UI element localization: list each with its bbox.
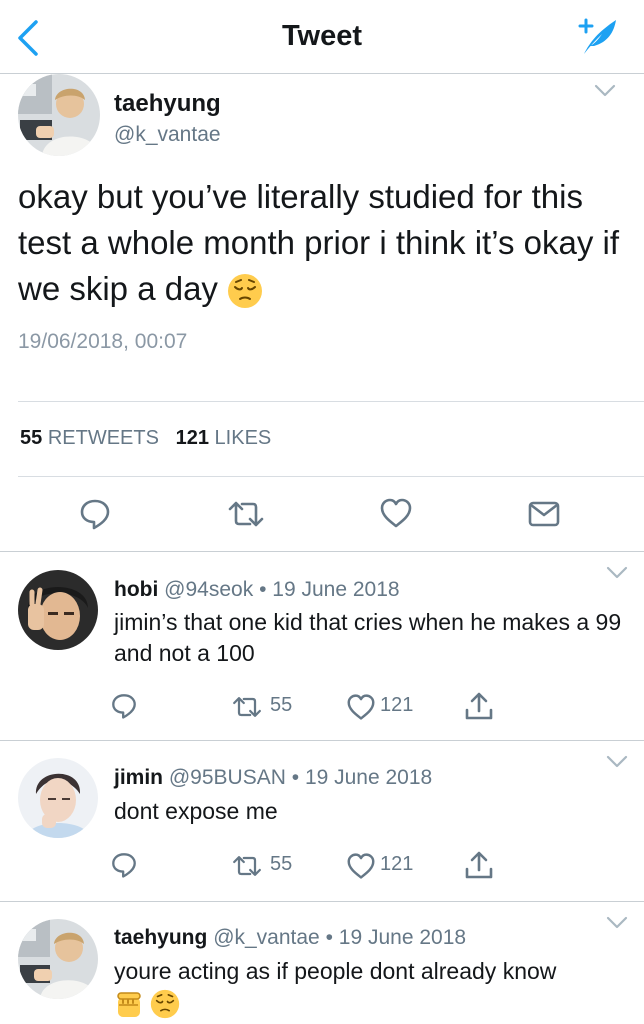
reply-text: youre acting as if people dont already k… bbox=[114, 956, 624, 1019]
reply-author-handle[interactable]: @95BUSAN bbox=[169, 766, 286, 789]
avatar-image bbox=[18, 74, 100, 156]
reply-header: hobi @94seok • 19 June 2018 bbox=[114, 578, 400, 602]
avatar[interactable] bbox=[18, 758, 98, 838]
reply-author-handle[interactable]: @94seok bbox=[164, 578, 253, 601]
like-count: 121 bbox=[380, 853, 414, 875]
chevron-down-icon[interactable] bbox=[606, 566, 628, 580]
retweet-icon[interactable] bbox=[226, 499, 266, 529]
avatar[interactable] bbox=[18, 74, 100, 156]
meta-separator: • bbox=[291, 766, 300, 789]
like-count: 121 bbox=[380, 694, 414, 716]
divider bbox=[18, 476, 644, 477]
tweet-action-bar bbox=[0, 489, 644, 539]
compose-button[interactable] bbox=[578, 14, 622, 58]
reply-header: taehyung @k_vantae • 19 June 2018 bbox=[114, 926, 466, 950]
tweet-stats: 55 RETWEETS 121 LIKES bbox=[20, 427, 271, 450]
reply-tweet[interactable]: jimin @95BUSAN • 19 June 2018 dont expos… bbox=[0, 741, 644, 902]
like-heart-icon[interactable] bbox=[346, 852, 376, 880]
retweets-count: 55 bbox=[20, 427, 43, 449]
retweet-count: 55 bbox=[270, 694, 293, 716]
like-heart-icon[interactable] bbox=[346, 693, 376, 721]
retweet-icon[interactable] bbox=[230, 854, 264, 878]
reply-icon[interactable] bbox=[110, 851, 138, 879]
avatar-image bbox=[18, 758, 98, 838]
likes-count: 121 bbox=[175, 427, 209, 449]
pensive-face-emoji bbox=[151, 989, 180, 1019]
share-icon[interactable] bbox=[464, 690, 494, 722]
author-handle[interactable]: @k_vantae bbox=[114, 123, 221, 147]
avatar[interactable] bbox=[18, 570, 98, 650]
like-heart-icon[interactable] bbox=[379, 497, 413, 529]
share-icon[interactable] bbox=[464, 849, 494, 881]
reply-author-handle[interactable]: @k_vantae bbox=[213, 926, 320, 949]
retweet-count: 55 bbox=[270, 853, 293, 875]
reply-icon[interactable] bbox=[110, 692, 138, 720]
main-tweet: taehyung @k_vantae okay but you’ve liter… bbox=[0, 74, 644, 552]
meta-separator: • bbox=[259, 578, 267, 601]
reply-text-content: youre acting as if people dont already k… bbox=[114, 958, 557, 984]
retweets-label[interactable]: RETWEETS bbox=[48, 427, 159, 449]
reply-date: 19 June 2018 bbox=[272, 578, 400, 601]
page-title: Tweet bbox=[281, 20, 363, 52]
chevron-down-icon[interactable] bbox=[606, 916, 628, 930]
avatar-image bbox=[18, 919, 98, 999]
reply-date: 19 June 2018 bbox=[304, 766, 433, 789]
reply-icon[interactable] bbox=[78, 497, 112, 531]
meta-separator: • bbox=[325, 926, 333, 949]
compose-feather-icon bbox=[578, 18, 616, 54]
chevron-down-icon[interactable] bbox=[606, 755, 628, 769]
reply-author-name[interactable]: taehyung bbox=[114, 926, 207, 949]
reply-text: dont expose me bbox=[114, 798, 278, 824]
retweet-icon[interactable] bbox=[230, 695, 264, 719]
nav-bar: Tweet bbox=[0, 0, 644, 74]
divider bbox=[18, 401, 644, 402]
reply-tweet[interactable]: hobi @94seok • 19 June 2018 jimin’s that… bbox=[0, 552, 644, 741]
chevron-down-icon[interactable] bbox=[594, 84, 616, 98]
tweet-text: okay but you’ve literally studied for th… bbox=[18, 174, 628, 312]
reply-tweet[interactable]: taehyung @k_vantae • 19 June 2018 youre … bbox=[0, 902, 644, 1024]
reply-text: jimin’s that one kid that cries when he … bbox=[114, 609, 622, 666]
reply-date: 19 June 2018 bbox=[338, 926, 467, 949]
author-name[interactable]: taehyung bbox=[114, 90, 221, 118]
direct-message-icon[interactable] bbox=[527, 499, 561, 529]
raised-fist-emoji bbox=[117, 992, 141, 1017]
reply-header: jimin @95BUSAN • 19 June 2018 bbox=[114, 766, 432, 790]
tweet-timestamp: 19/06/2018, 00:07 bbox=[18, 330, 188, 353]
reply-author-name[interactable]: hobi bbox=[114, 578, 158, 601]
likes-label[interactable]: LIKES bbox=[215, 427, 272, 449]
avatar-image bbox=[18, 570, 98, 650]
pensive-face-emoji bbox=[228, 274, 263, 309]
avatar[interactable] bbox=[18, 919, 98, 999]
tweet-text-content: okay but you’ve literally studied for th… bbox=[18, 178, 619, 307]
reply-author-name[interactable]: jimin bbox=[114, 766, 163, 789]
